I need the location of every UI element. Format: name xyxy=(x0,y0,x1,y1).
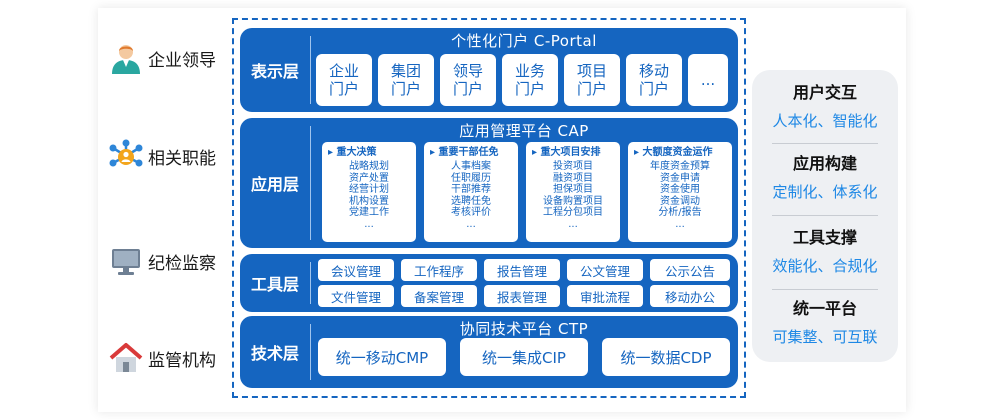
app-item: 党建工作 xyxy=(349,207,389,218)
role-label: 企业领导 xyxy=(148,50,216,71)
app-item: 考核评价 xyxy=(451,207,491,218)
app-group-title: ▸ 重要干部任免 xyxy=(430,147,499,158)
feature-title: 用户交互 xyxy=(792,83,857,102)
layer-title: 协同技术平台 CTP xyxy=(459,320,589,338)
tech-item: 统一数据CDP xyxy=(602,338,730,376)
feature-divider xyxy=(772,289,878,290)
app-item: 年度资金预算 xyxy=(650,161,710,172)
tool-item: 公文管理 xyxy=(567,259,643,281)
portal-box: 移动 门户 xyxy=(626,54,682,106)
network-nodes-icon xyxy=(108,138,144,174)
app-item: 投资项目 xyxy=(553,161,593,172)
tool-layer: 工具层 会议管理 工作程序 报告管理 公文管理 公示公告 文件管理 备案管理 报… xyxy=(240,254,738,312)
feature-block: 统一平台 可集整、可互联 xyxy=(752,298,898,348)
house-icon xyxy=(108,340,144,376)
app-item: 资产处置 xyxy=(349,172,389,184)
feature-block: 工具支撑 效能化、合规化 xyxy=(752,227,898,277)
app-item: ... xyxy=(675,218,685,230)
portal-box: 领导 门户 xyxy=(440,54,496,106)
feature-title: 统一平台 xyxy=(792,299,857,318)
business-person-icon xyxy=(108,40,144,76)
layer-divider xyxy=(310,126,311,240)
tech-item: 统一集成CIP xyxy=(460,338,588,376)
features-panel: 用户交互 人本化、智能化 应用构建 定制化、体系化 工具支撑 效能化、合规化 统… xyxy=(752,70,898,362)
app-item: 机构设置 xyxy=(349,195,389,207)
tech-item: 统一移动CMP xyxy=(318,338,446,376)
app-group-major-decisions: ▸ 重大决策 战略规划 资产处置 经营计划 机构设置 党建工作 ... xyxy=(322,142,416,242)
app-item: 经营计划 xyxy=(349,184,389,195)
layer-label: 应用层 xyxy=(250,175,299,194)
tool-item: 文件管理 xyxy=(318,285,394,307)
app-item: 分析/报告 xyxy=(658,207,702,218)
app-item: 干部推荐 xyxy=(451,184,491,195)
app-item: ... xyxy=(364,218,374,230)
application-layer: 应用层 应用管理平台 CAP ▸ 重大决策 战略规划 资产处置 经营计划 机构设… xyxy=(240,118,738,248)
app-item: 资金申请 xyxy=(660,172,700,184)
feature-block: 用户交互 人本化、智能化 xyxy=(752,82,898,132)
layer-divider xyxy=(310,262,311,304)
presentation-layer: 表示层 个性化门户 C-Portal 企业 门户 集团 门户 领导 门户 业务 门户 项… xyxy=(240,28,738,112)
app-item: 选聘任免 xyxy=(451,195,491,207)
portal-box: 企业 门户 xyxy=(316,54,372,106)
feature-divider xyxy=(772,143,878,144)
feature-divider xyxy=(772,215,878,216)
app-item: 人事档案 xyxy=(451,161,491,172)
tool-item: 工作程序 xyxy=(401,259,477,281)
app-group-large-funds: ▸ 大额度资金运作 年度资金预算 资金申请 资金使用 资金调动 分析/报告 ..… xyxy=(628,142,732,242)
role-label: 监管机构 xyxy=(148,350,216,371)
layer-label: 技术层 xyxy=(250,344,299,363)
tool-item: 移动办公 xyxy=(650,285,730,307)
app-group-title: ▸ 大额度资金运作 xyxy=(634,147,713,158)
feature-subtitle: 人本化、智能化 xyxy=(772,112,878,130)
role-label: 相关职能 xyxy=(148,148,216,169)
portal-box: 集团 门户 xyxy=(378,54,434,106)
app-group-cadre-appointments: ▸ 重要干部任免 人事档案 任职履历 干部推荐 选聘任免 考核评价 ... xyxy=(424,142,518,242)
app-item: ... xyxy=(466,218,476,230)
app-group-title: ▸ 重大项目安排 xyxy=(532,147,601,158)
feature-subtitle: 效能化、合规化 xyxy=(772,257,878,275)
monitor-icon xyxy=(108,243,144,279)
portal-box: 项目 门户 xyxy=(564,54,620,106)
tool-item: 审批流程 xyxy=(567,285,643,307)
app-group-major-projects: ▸ 重大项目安排 投资项目 融资项目 担保项目 设备购置项目 工程分包项目 ..… xyxy=(526,142,620,242)
tool-item: 会议管理 xyxy=(318,259,394,281)
app-item: 战略规划 xyxy=(349,161,389,172)
app-group-title: ▸ 重大决策 xyxy=(328,147,377,158)
technology-layer: 技术层 协同技术平台 CTP 统一移动CMP 统一集成CIP 统一数据CDP xyxy=(240,316,738,388)
feature-subtitle: 可集整、可互联 xyxy=(772,328,878,346)
layer-label: 工具层 xyxy=(250,275,299,294)
app-item: 设备购置项目 xyxy=(543,195,603,207)
portal-box-more: ... xyxy=(688,54,728,106)
layer-label: 表示层 xyxy=(250,62,299,81)
role-related-functions: 相关职能 xyxy=(108,136,216,176)
app-item: 担保项目 xyxy=(553,184,593,195)
feature-title: 工具支撑 xyxy=(792,228,857,247)
app-item: 工程分包项目 xyxy=(543,207,603,218)
role-label: 纪检监察 xyxy=(148,253,216,274)
feature-block: 应用构建 定制化、体系化 xyxy=(752,153,898,203)
feature-title: 应用构建 xyxy=(792,154,857,173)
role-regulatory-agency: 监管机构 xyxy=(108,338,216,378)
app-item: ... xyxy=(568,218,578,230)
tool-item: 备案管理 xyxy=(401,285,477,307)
app-item: 融资项目 xyxy=(553,172,593,184)
app-item: 任职履历 xyxy=(451,172,491,184)
portal-box: 业务 门户 xyxy=(502,54,558,106)
layer-title: 个性化门户 C-Portal xyxy=(451,32,597,50)
role-discipline-inspection: 纪检监察 xyxy=(108,241,216,281)
feature-subtitle: 定制化、体系化 xyxy=(772,183,878,201)
app-item: 资金使用 xyxy=(660,184,700,195)
tool-item: 公示公告 xyxy=(650,259,730,281)
role-enterprise-leader: 企业领导 xyxy=(108,38,216,78)
tool-item: 报表管理 xyxy=(484,285,560,307)
layer-title: 应用管理平台 CAP xyxy=(459,122,589,140)
app-item: 资金调动 xyxy=(660,195,700,207)
tool-item: 报告管理 xyxy=(484,259,560,281)
